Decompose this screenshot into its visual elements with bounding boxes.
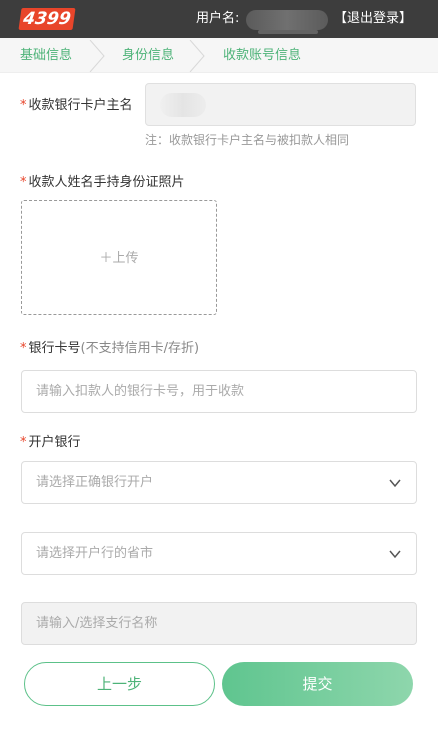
branch-name-input[interactable] <box>22 603 416 644</box>
step-identity-info[interactable]: 身份信息 <box>122 38 174 73</box>
chevron-down-icon <box>389 550 401 559</box>
bank-label-text: 开户银行 <box>28 435 81 450</box>
logo-text: 4399 <box>18 8 76 30</box>
required-mark: * <box>20 175 27 190</box>
top-header: 4399 用户名: 【退出登录】 <box>0 0 438 38</box>
bank-select[interactable]: 请选择正确银行开户 <box>21 461 417 504</box>
bank-card-label-text: 银行卡号 <box>28 341 81 356</box>
username-value-masked <box>246 10 328 30</box>
id-photo-label: * 收款人姓名手持身份证照片 <box>20 171 185 190</box>
upload-button-text: ＋上传 <box>99 251 139 266</box>
username-label: 用户名: <box>196 11 240 26</box>
account-name-masked-value <box>160 93 206 117</box>
required-mark: * <box>20 98 27 113</box>
step-separator-icon <box>189 40 205 72</box>
username-value-masked-underline <box>258 30 318 34</box>
required-mark: * <box>20 435 27 450</box>
province-city-select[interactable]: 请选择开户行的省市 <box>21 532 417 575</box>
step-basic-info[interactable]: 基础信息 <box>20 38 72 73</box>
account-name-label-text: 收款银行卡户主名 <box>28 98 133 113</box>
id-photo-label-text: 收款人姓名手持身份证照片 <box>28 175 185 190</box>
step-breadcrumb: 基础信息 身份信息 收款账号信息 <box>0 38 438 73</box>
logo-4399[interactable]: 4399 <box>18 8 76 30</box>
branch-name-field <box>21 602 417 645</box>
account-name-label: * 收款银行卡户主名 <box>20 94 133 113</box>
bank-select-placeholder: 请选择正确银行开户 <box>36 475 154 490</box>
previous-step-button[interactable]: 上一步 <box>24 662 215 706</box>
id-photo-upload-box[interactable]: ＋上传 <box>21 200 217 315</box>
step-payee-account-info[interactable]: 收款账号信息 <box>223 38 301 73</box>
account-name-field <box>145 83 416 126</box>
bank-card-input[interactable] <box>22 371 416 412</box>
bank-card-sub-label: (不支持信用卡/存折) <box>80 341 200 356</box>
chevron-down-icon <box>389 479 401 488</box>
province-city-select-placeholder: 请选择开户行的省市 <box>36 546 154 561</box>
account-name-note: 注：收款银行卡户主名与被扣款人相同 <box>145 133 350 147</box>
logout-link[interactable]: 【退出登录】 <box>334 0 412 38</box>
step-separator-icon <box>89 40 105 72</box>
bank-card-label: * 银行卡号(不支持信用卡/存折) <box>20 337 199 356</box>
submit-button[interactable]: 提交 <box>222 662 413 706</box>
bank-label: * 开户银行 <box>20 431 81 450</box>
required-mark: * <box>20 341 27 356</box>
bank-card-field <box>21 370 417 413</box>
